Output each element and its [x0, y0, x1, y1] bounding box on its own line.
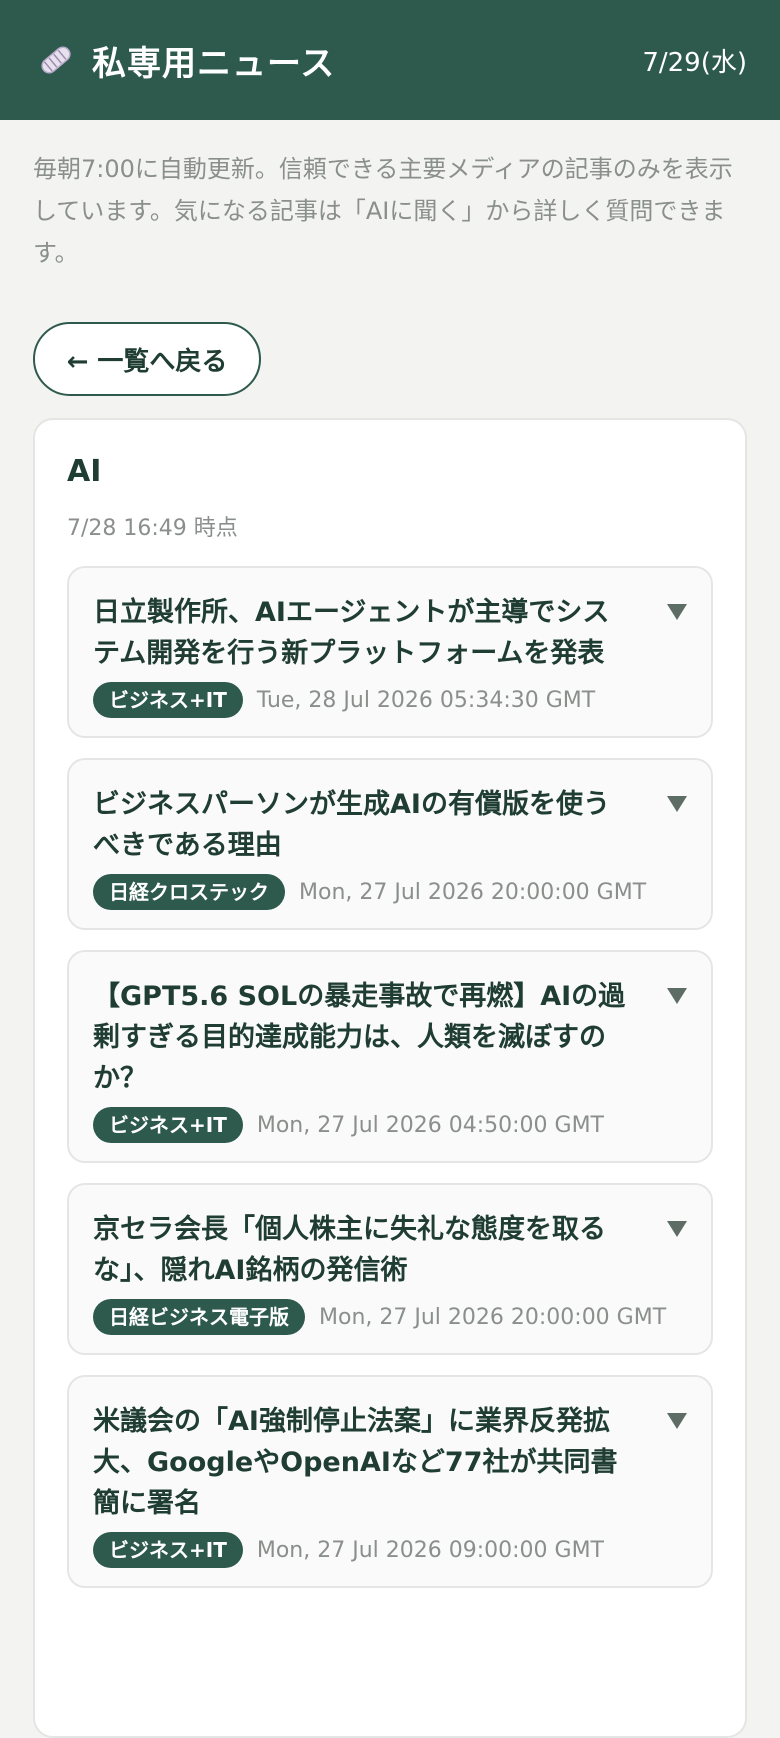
expand-triangle-icon[interactable] [667, 604, 687, 620]
section-card: AI 7/28 16:49 時点 日立製作所、AIエージェントが主導でシステム開… [33, 418, 747, 1738]
section-title: AI [67, 454, 102, 489]
article-title: 【GPT5.6 SOLの暴走事故で再燃】AIの過剰すぎる目的達成能力は、人類を滅… [93, 981, 626, 1094]
app-header: 私専用ニュース 7/29(水) [0, 0, 780, 120]
article-item[interactable]: 日立製作所、AIエージェントが主導でシステム開発を行う新プラットフォームを発表 … [67, 566, 713, 738]
article-item[interactable]: 京セラ会長「個人株主に失礼な態度を取るな」、隠れAI銘柄の発信術 日経ビジネス電… [67, 1183, 713, 1355]
article-date: Mon, 27 Jul 2026 20:00:00 GMT [299, 879, 647, 905]
source-badge: ビジネス+IT [93, 682, 243, 718]
article-title: 日立製作所、AIエージェントが主導でシステム開発を行う新プラットフォームを発表 [93, 597, 610, 669]
article-date: Mon, 27 Jul 2026 20:00:00 GMT [319, 1304, 667, 1330]
expand-triangle-icon[interactable] [667, 988, 687, 1004]
article-title: 京セラ会長「個人株主に失礼な態度を取るな」、隠れAI銘柄の発信術 [93, 1214, 606, 1286]
article-item[interactable]: 【GPT5.6 SOLの暴走事故で再燃】AIの過剰すぎる目的達成能力は、人類を滅… [67, 950, 713, 1163]
article-title: 米議会の「AI強制停止法案」に業界反発拡大、GoogleやOpenAIなど77社… [93, 1406, 618, 1519]
brand: 私専用ニュース [36, 36, 335, 85]
source-badge: ビジネス+IT [93, 1532, 243, 1568]
source-badge: 日経クロステック [93, 874, 285, 910]
expand-triangle-icon[interactable] [667, 796, 687, 812]
article-list: 日立製作所、AIエージェントが主導でシステム開発を行う新プラットフォームを発表 … [67, 566, 713, 1588]
article-meta: ビジネス+IT Tue, 28 Jul 2026 05:34:30 GMT [93, 682, 631, 718]
article-title: ビジネスパーソンが生成AIの有償版を使うべきである理由 [93, 789, 610, 861]
section-updated-time: 7/28 16:49 時点 [67, 516, 238, 541]
article-date: Mon, 27 Jul 2026 04:50:00 GMT [256, 1112, 604, 1138]
header-date: 7/29(水) [642, 47, 747, 78]
expand-triangle-icon[interactable] [667, 1221, 687, 1237]
article-item[interactable]: 米議会の「AI強制停止法案」に業界反発拡大、GoogleやOpenAIなど77社… [67, 1375, 713, 1588]
article-date: Tue, 28 Jul 2026 05:34:30 GMT [256, 687, 596, 713]
article-meta: ビジネス+IT Mon, 27 Jul 2026 09:00:00 GMT [93, 1532, 631, 1568]
app-title: 私専用ニュース [92, 43, 336, 84]
expand-triangle-icon[interactable] [667, 1413, 687, 1429]
article-meta: ビジネス+IT Mon, 27 Jul 2026 04:50:00 GMT [93, 1107, 631, 1143]
article-item[interactable]: ビジネスパーソンが生成AIの有償版を使うべきである理由 日経クロステック Mon… [67, 758, 713, 930]
newspaper-icon [41, 46, 71, 74]
intro-text: 毎朝7:00に自動更新。信頼できる主要メディアの記事のみを表示しています。気にな… [33, 155, 733, 267]
article-date: Mon, 27 Jul 2026 09:00:00 GMT [256, 1537, 604, 1563]
back-to-list-button[interactable]: ← 一覧へ戻る [33, 322, 261, 396]
article-meta: 日経クロステック Mon, 27 Jul 2026 20:00:00 GMT [93, 874, 646, 910]
article-meta: 日経ビジネス電子版 Mon, 27 Jul 2026 20:00:00 GMT [93, 1299, 666, 1335]
source-badge: ビジネス+IT [93, 1107, 243, 1143]
source-badge: 日経ビジネス電子版 [93, 1299, 305, 1335]
